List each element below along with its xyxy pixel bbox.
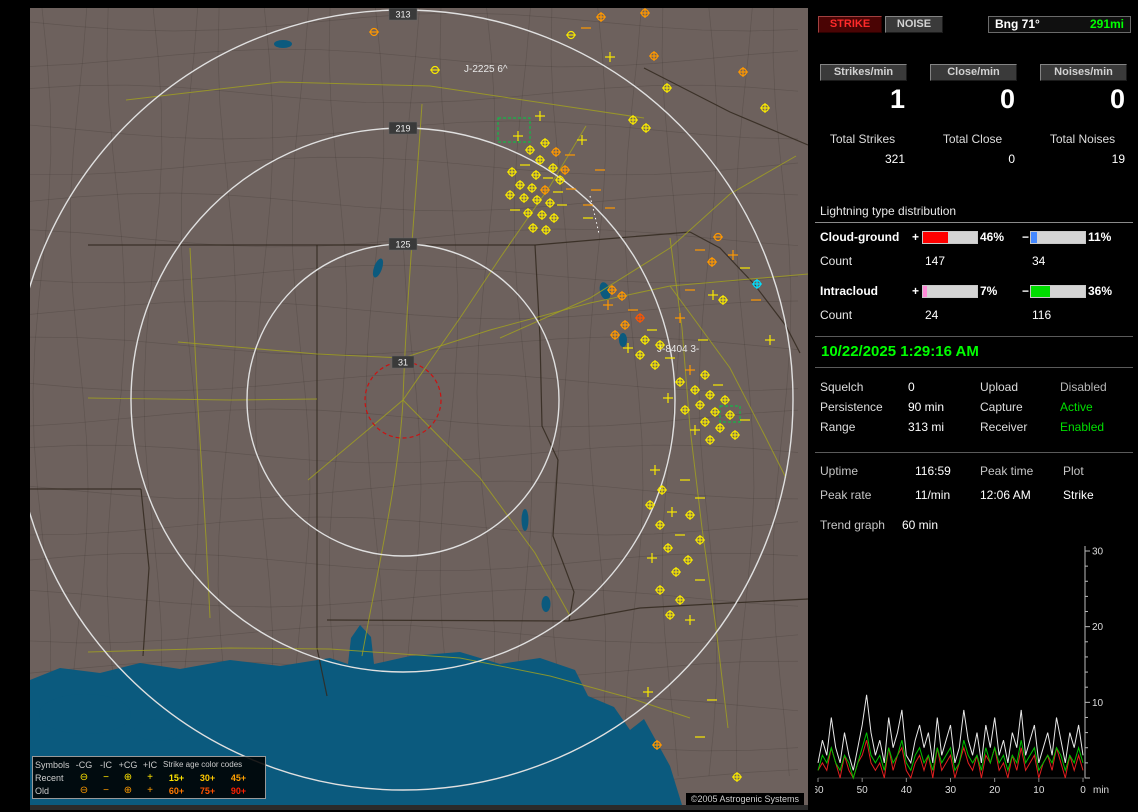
svg-text:219: 219 bbox=[395, 124, 410, 134]
window-bottom-strip bbox=[30, 805, 808, 810]
distribution-title: Lightning type distribution bbox=[815, 204, 1133, 223]
cg-minus-sign: − bbox=[1022, 230, 1030, 244]
strikes-per-min-value: 1 bbox=[889, 84, 905, 114]
upload-label: Upload bbox=[980, 380, 1019, 394]
cg-positive-gauge bbox=[922, 231, 978, 244]
peak-time-value: 12:06 AM bbox=[980, 488, 1031, 502]
trend-window-value: 60 min bbox=[902, 518, 939, 532]
range-label: Range bbox=[820, 420, 856, 434]
svg-text:125: 125 bbox=[395, 240, 410, 250]
total-noises-label: Total Noises bbox=[1049, 132, 1116, 146]
cloud-ground-label: Cloud-ground bbox=[820, 230, 900, 244]
close-per-min-value: 0 bbox=[999, 84, 1015, 114]
peak-rate-label: Peak rate bbox=[820, 488, 872, 502]
ic-plus-percent: 7% bbox=[980, 284, 998, 298]
svg-text:10: 10 bbox=[1033, 785, 1045, 796]
noise-button[interactable]: NOISE bbox=[885, 16, 943, 33]
lightning-map[interactable]: 313 219 125 31 J-2225 6^ J-8404 3- Symbols -C… bbox=[30, 8, 808, 805]
svg-text:J-2225 6^: J-2225 6^ bbox=[464, 64, 508, 75]
svg-text:10: 10 bbox=[1092, 698, 1104, 709]
svg-text:30: 30 bbox=[945, 785, 957, 796]
svg-text:0: 0 bbox=[1080, 785, 1086, 796]
capture-status: Active bbox=[1060, 400, 1093, 414]
ic-plus-sign: + bbox=[912, 284, 920, 298]
bearing-display: Bng 71° 291mi bbox=[988, 16, 1131, 33]
bearing-range: 291mi bbox=[1089, 17, 1124, 31]
svg-text:40: 40 bbox=[901, 785, 913, 796]
upload-status: Disabled bbox=[1060, 380, 1107, 394]
strike-button[interactable]: STRIKE bbox=[818, 16, 882, 33]
legend-row: Recent ⊖ − ⊕ +15+ 30+ 45+ bbox=[35, 771, 247, 783]
svg-text:60: 60 bbox=[815, 785, 824, 796]
divider bbox=[815, 452, 1133, 453]
cg-plus-sign: + bbox=[912, 230, 920, 244]
ic-negative-gauge bbox=[1030, 285, 1086, 298]
receiver-label: Receiver bbox=[980, 420, 1028, 434]
map-canvas: 31321912531 J-2225 6^J-8404 3- bbox=[30, 8, 808, 805]
noises-per-min-button[interactable]: Noises/min bbox=[1040, 64, 1127, 81]
intracloud-label: Intracloud bbox=[820, 284, 879, 298]
legend-row: Old ⊖ − ⊕ +60+ 75+ 90+ bbox=[35, 784, 247, 796]
cg-plus-percent: 46% bbox=[980, 230, 1005, 244]
copyright-text: ©2005 Astrogenic Systems bbox=[685, 793, 804, 805]
total-strikes-value: 321 bbox=[884, 152, 905, 166]
close-per-min-button[interactable]: Close/min bbox=[930, 64, 1017, 81]
range-value: 313 mi bbox=[908, 420, 945, 434]
ic-count-label: Count bbox=[820, 308, 853, 322]
svg-text:313: 313 bbox=[395, 10, 410, 20]
svg-text:30: 30 bbox=[1092, 547, 1104, 558]
cg-minus-percent: 11% bbox=[1088, 230, 1112, 244]
peak-time-label: Peak time bbox=[980, 464, 1034, 478]
ic-minus-count: 116 bbox=[1032, 308, 1052, 322]
svg-text:31: 31 bbox=[398, 358, 408, 368]
squelch-value: 0 bbox=[908, 380, 915, 394]
cg-negative-gauge bbox=[1030, 231, 1086, 244]
plot-value: Strike bbox=[1063, 488, 1094, 502]
plot-label: Plot bbox=[1063, 464, 1084, 478]
capture-label: Capture bbox=[980, 400, 1023, 414]
cg-count-label: Count bbox=[820, 254, 853, 268]
svg-text:20: 20 bbox=[1092, 622, 1104, 633]
total-strikes-label: Total Strikes bbox=[829, 132, 896, 146]
uptime-label: Uptime bbox=[820, 464, 859, 478]
cg-minus-count: 34 bbox=[1032, 254, 1046, 268]
bearing-value: Bng 71° bbox=[995, 17, 1040, 31]
peak-rate-value: 11/min bbox=[915, 488, 951, 502]
trend-graph: 10 20 30 60 50 40 30 20 10 0 min bbox=[815, 546, 1109, 796]
persistence-value: 90 min bbox=[908, 400, 945, 414]
ic-minus-percent: 36% bbox=[1088, 284, 1113, 298]
cg-plus-count: 147 bbox=[925, 254, 946, 268]
map-legend: Symbols -CG -IC +CG +IC Strike age color code… bbox=[32, 756, 266, 799]
datetime-display: 10/22/2025 1:29:16 AM bbox=[815, 336, 1133, 368]
noises-per-min-value: 0 bbox=[1109, 84, 1125, 114]
total-close-value: 0 bbox=[1008, 152, 1015, 166]
receiver-status: Enabled bbox=[1060, 420, 1105, 434]
svg-text:min: min bbox=[1093, 785, 1109, 796]
svg-text:20: 20 bbox=[989, 785, 1001, 796]
control-panel: STRIKE NOISE Bng 71° 291mi Strikes/min C… bbox=[815, 8, 1133, 805]
uptime-value: 116:59 bbox=[915, 464, 951, 478]
ic-minus-sign: − bbox=[1022, 284, 1030, 298]
persistence-label: Persistence bbox=[820, 400, 883, 414]
total-close-label: Total Close bbox=[942, 132, 1003, 146]
trend-graph-label: Trend graph bbox=[820, 518, 885, 532]
svg-text:50: 50 bbox=[857, 785, 869, 796]
legend-header: Symbols -CG -IC +CG +IC Strike age color code… bbox=[35, 759, 243, 770]
total-noises-value: 19 bbox=[1111, 152, 1125, 166]
strikes-per-min-button[interactable]: Strikes/min bbox=[820, 64, 907, 81]
ic-positive-gauge bbox=[922, 285, 978, 298]
ic-plus-count: 24 bbox=[925, 308, 939, 322]
squelch-label: Squelch bbox=[820, 380, 864, 394]
